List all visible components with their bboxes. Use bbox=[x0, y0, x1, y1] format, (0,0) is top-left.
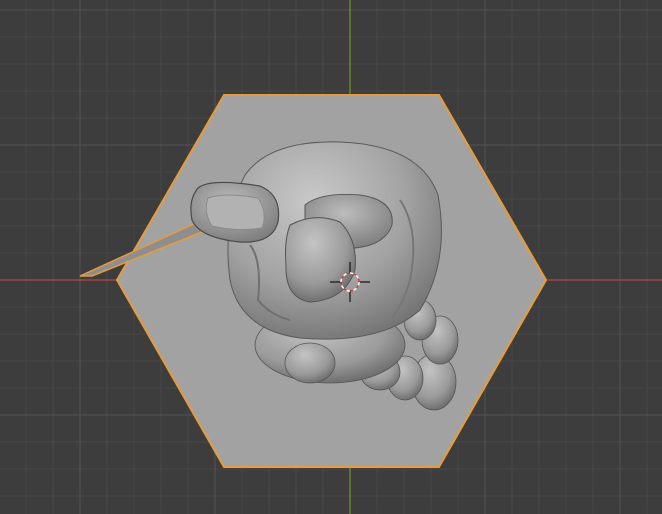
3d-viewport[interactable] bbox=[0, 0, 662, 514]
viewport-canvas[interactable] bbox=[0, 0, 662, 514]
